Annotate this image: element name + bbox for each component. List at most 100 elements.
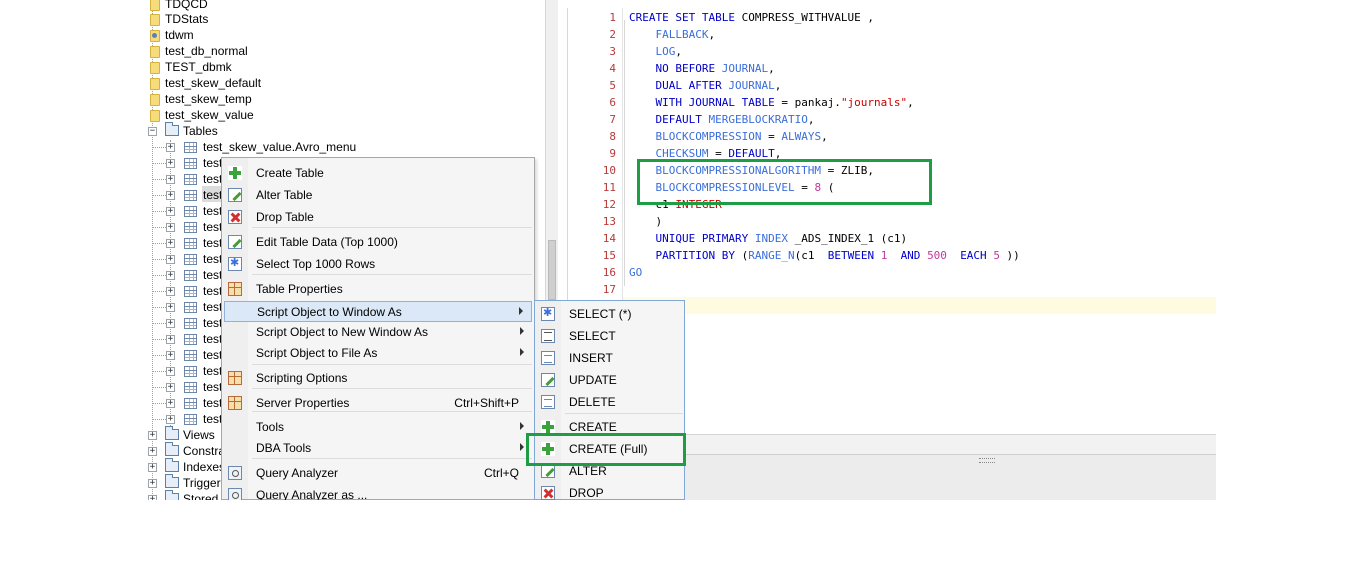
tree-item-database[interactable]: test_skew_default (147, 75, 447, 91)
expand-icon[interactable]: + (148, 447, 157, 456)
edit-icon (228, 235, 242, 249)
menu-item-query-analyzer[interactable]: Query Analyzer Ctrl+Q (224, 463, 532, 484)
code-token: , (768, 62, 775, 75)
expand-icon[interactable]: + (166, 223, 175, 232)
expand-icon[interactable]: + (166, 287, 175, 296)
submenu-item-delete[interactable]: DELETE (537, 392, 682, 413)
tree-item-table[interactable]: + test (147, 251, 227, 267)
expand-icon[interactable]: + (148, 479, 157, 488)
expand-icon[interactable]: + (166, 159, 175, 168)
code-line[interactable]: WITH JOURNAL TABLE = pankaj."journals", (629, 94, 913, 111)
expand-icon[interactable]: + (148, 463, 157, 472)
expand-icon[interactable]: + (166, 319, 175, 328)
submenu-item-update[interactable]: UPDATE (537, 370, 682, 391)
tree-item-table[interactable]: + test (147, 155, 227, 171)
code-line[interactable]: PARTITION BY (RANGE_N(c1 BETWEEN 1 AND 5… (629, 247, 1019, 264)
splitter-grip-icon[interactable] (979, 458, 995, 463)
menu-item-drop-table[interactable]: Drop Table (224, 207, 532, 228)
database-icon (150, 62, 160, 74)
expand-icon[interactable]: + (148, 431, 157, 440)
expand-icon[interactable]: + (166, 207, 175, 216)
menu-item-script-object-to-new-window-as[interactable]: Script Object to New Window As (224, 322, 532, 343)
code-line[interactable]: CREATE SET TABLE COMPRESS_WITHVALUE , (629, 9, 874, 26)
code-line[interactable]: BLOCKCOMPRESSION = ALWAYS, (629, 128, 827, 145)
tree-guide-line (152, 419, 166, 420)
tree-guide-line (152, 403, 166, 404)
expand-icon[interactable]: + (166, 367, 175, 376)
tree-item-table[interactable]: + test (147, 331, 227, 347)
menu-item-script-object-to-window-as[interactable]: Script Object to Window As (224, 301, 532, 322)
tree-item-table[interactable]: + test (147, 379, 227, 395)
tree-item-table[interactable]: + test (147, 315, 227, 331)
tree-guide-line (152, 291, 166, 292)
expand-icon[interactable]: + (166, 383, 175, 392)
expand-icon[interactable]: + (166, 399, 175, 408)
menu-item-table-properties[interactable]: Table Properties (224, 279, 532, 300)
tree-item-database[interactable]: test_db_normal (147, 43, 447, 59)
tree-item-table[interactable]: + test (147, 395, 227, 411)
menu-item-edit-table-data-top-1000[interactable]: Edit Table Data (Top 1000) (224, 232, 532, 253)
code-line[interactable]: GO (629, 264, 642, 281)
expand-icon[interactable]: + (166, 415, 175, 424)
menu-item-select-top-1000-rows[interactable]: Select Top 1000 Rows (224, 254, 532, 275)
menu-shortcut: Ctrl+Shift+P (454, 396, 519, 410)
submenu-item-drop[interactable]: DROP (537, 483, 682, 500)
code-line[interactable]: DUAL AFTER JOURNAL, (629, 77, 781, 94)
menu-item-dba-tools[interactable]: DBA Tools (224, 438, 532, 459)
tree-item-table[interactable]: + test (147, 411, 227, 427)
tree-item-database[interactable]: tdwm (147, 27, 447, 43)
tree-item-database[interactable]: TEST_dbmk (147, 59, 447, 75)
tree-item-table[interactable]: + test (147, 187, 227, 203)
submenu-item-select[interactable]: SELECT (*) (537, 304, 682, 325)
tree-item-label: test (203, 412, 223, 426)
tree-item-table[interactable]: + test (147, 203, 227, 219)
code-line[interactable]: ) (629, 213, 662, 230)
menu-item-tools[interactable]: Tools (224, 417, 532, 438)
code-line[interactable]: FALLBACK, (629, 26, 715, 43)
tree-item-database[interactable]: TDStats (147, 11, 447, 27)
scrollbar-thumb[interactable] (548, 240, 556, 300)
expand-icon[interactable]: + (166, 351, 175, 360)
menu-item-label: Query Analyzer as ... (256, 488, 368, 500)
menu-item-server-properties[interactable]: Server Properties Ctrl+Shift+P (224, 393, 532, 414)
code-line[interactable]: NO BEFORE JOURNAL, (629, 60, 775, 77)
code-token: PARTITION BY (629, 249, 742, 262)
line-number: 15 (602, 249, 616, 262)
submenu-item-insert[interactable]: INSERT (537, 348, 682, 369)
menu-item-script-object-to-file-as[interactable]: Script Object to File As (224, 343, 532, 364)
code-line[interactable]: DEFAULT MERGEBLOCKRATIO, (629, 111, 814, 128)
expand-icon[interactable]: + (166, 255, 175, 264)
expand-icon[interactable]: + (166, 191, 175, 200)
collapse-icon[interactable]: − (148, 127, 157, 136)
expand-icon[interactable]: + (148, 495, 157, 500)
expand-icon[interactable]: + (166, 271, 175, 280)
submenu-item-select[interactable]: SELECT (537, 326, 682, 347)
expand-icon[interactable]: + (166, 175, 175, 184)
menu-item-query-analyzer-as[interactable]: Query Analyzer as ... (224, 485, 532, 500)
tree-item-table[interactable]: + test (147, 171, 227, 187)
tree-item-table[interactable]: + test (147, 299, 227, 315)
tree-item-table[interactable]: + test (147, 267, 227, 283)
line-number: 10 (602, 164, 616, 177)
tree-item-table[interactable]: + test (147, 219, 227, 235)
expand-icon[interactable]: + (166, 335, 175, 344)
tree-item-table[interactable]: + test (147, 347, 227, 363)
menu-item-label: SELECT (*) (569, 307, 632, 321)
tree-folder-tables[interactable]: − Tables (147, 122, 447, 139)
tree-item-table[interactable]: + test (147, 283, 227, 299)
tree-item-database[interactable]: test_skew_value (147, 107, 447, 123)
menu-item-create-table[interactable]: Create Table (224, 163, 532, 184)
menu-item-alter-table[interactable]: Alter Table (224, 185, 532, 206)
tree-item-database[interactable]: test_skew_temp (147, 91, 447, 107)
code-token: BETWEEN (827, 249, 881, 262)
table-icon (184, 302, 197, 313)
tree-item-table[interactable]: + test (147, 363, 227, 379)
code-line[interactable]: UNIQUE PRIMARY INDEX _ADS_INDEX_1 (c1) (629, 230, 907, 247)
expand-icon[interactable]: + (166, 143, 175, 152)
expand-icon[interactable]: + (166, 303, 175, 312)
expand-icon[interactable]: + (166, 239, 175, 248)
tree-item-table[interactable]: + test_skew_value.Avro_menu (147, 139, 447, 155)
tree-item-table[interactable]: + test (147, 235, 227, 251)
menu-item-scripting-options[interactable]: Scripting Options (224, 368, 532, 389)
code-line[interactable]: LOG, (629, 43, 682, 60)
